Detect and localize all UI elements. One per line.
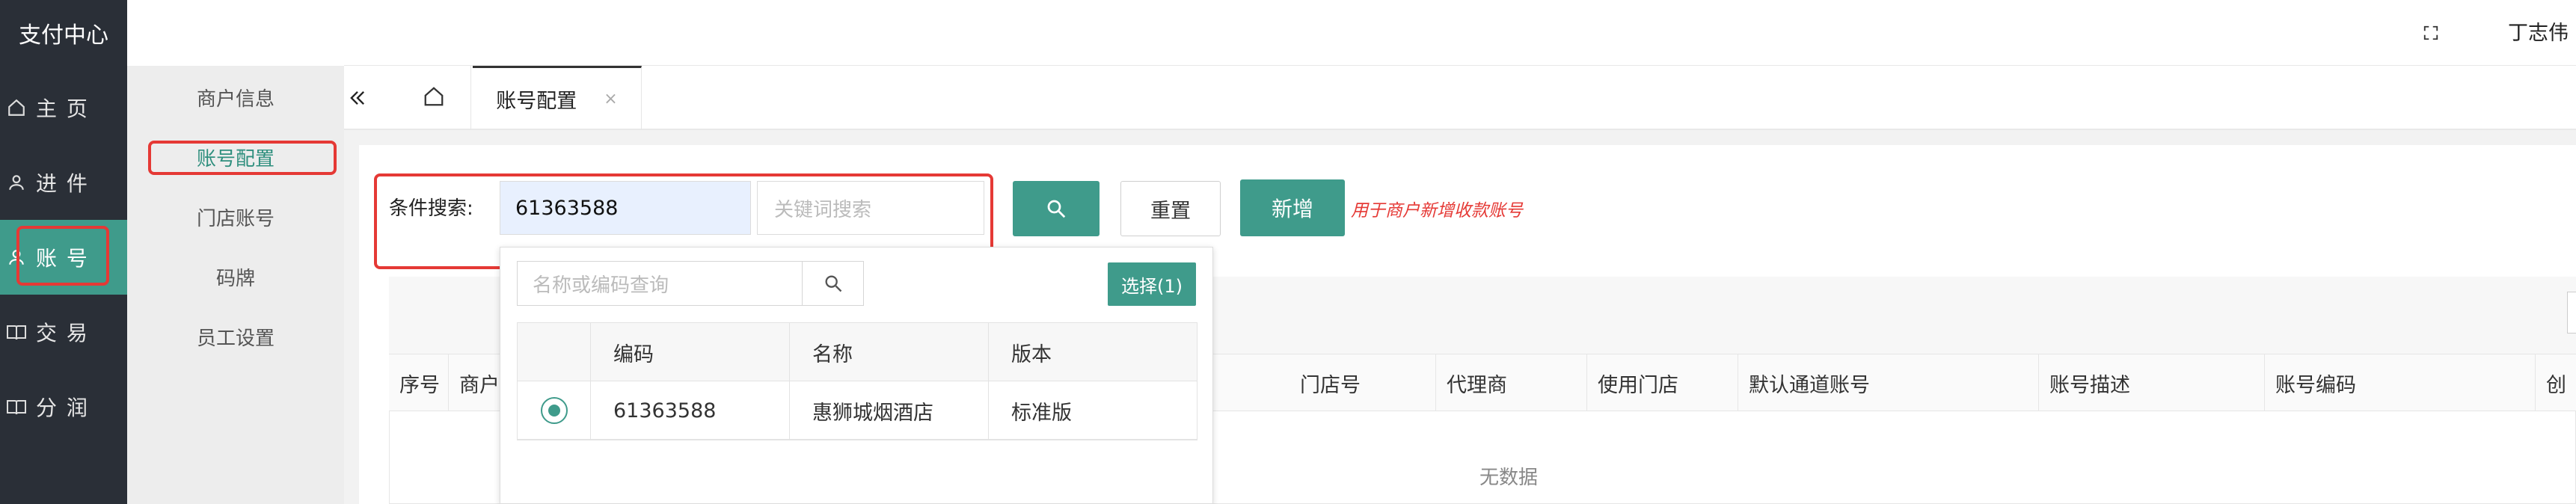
col-created: 创	[2546, 373, 2566, 397]
popup-table: 编码 名称 版本 61363588 惠狮城烟酒店 标准版	[517, 322, 1197, 440]
row-version: 标准版	[1011, 401, 1072, 425]
search-icon	[825, 275, 841, 292]
submenu-item-store-account[interactable]: 门店账号	[127, 203, 344, 231]
col-use-store: 使用门店	[1587, 354, 1738, 411]
sidebar-item-onboarding[interactable]: 进 件	[0, 145, 127, 220]
sidebar-item-label: 账 号	[36, 246, 89, 271]
col-index: 序号	[389, 354, 449, 411]
table-row[interactable]: 61363588 惠狮城烟酒店 标准版	[518, 381, 1197, 440]
tab-label: 账号配置	[496, 90, 577, 113]
sidebar-item-label: 主 页	[36, 96, 89, 121]
home-icon	[4, 96, 28, 120]
add-hint-text: 用于商户新增收款账号	[1351, 201, 1523, 221]
popup-search-input[interactable]: 名称或编码查询	[517, 261, 803, 306]
popup-table-header: 编码 名称 版本	[518, 323, 1197, 381]
search-button[interactable]	[1013, 181, 1100, 236]
close-icon[interactable]: ×	[604, 90, 617, 108]
submenu-top	[127, 0, 344, 66]
col-account-code: 账号编码	[2265, 354, 2536, 411]
sidebar-item-label: 交 易	[36, 321, 89, 345]
selected-radio[interactable]	[540, 397, 568, 424]
search-label: 条件搜索:	[389, 197, 473, 220]
row-name: 惠狮城烟酒店	[790, 381, 989, 440]
submenu: 商户信息 账号配置 门店账号 码牌 员工设置	[127, 66, 344, 504]
search-icon	[1047, 200, 1066, 218]
home-icon	[423, 85, 445, 111]
tab-home[interactable]	[396, 66, 471, 130]
submenu-item-merchant-info[interactable]: 商户信息	[127, 84, 344, 111]
main-sidebar: 支付中心 主 页 进 件 账 号 交 易 分 润	[0, 0, 127, 504]
top-header: 丁志伟	[127, 0, 2576, 66]
row-code: 61363588	[591, 381, 790, 440]
col-store-no: 门店号	[1289, 354, 1436, 411]
book-icon	[4, 320, 28, 344]
merchant-select-popup: 名称或编码查询 选择(1) 编码 名称 版本 61363588 惠狮城烟酒店 标…	[500, 247, 1213, 504]
user-icon	[4, 170, 28, 194]
app-title: 支付中心	[19, 22, 108, 49]
submenu-item-account-config[interactable]: 账号配置	[127, 144, 344, 171]
col-account-desc: 账号描述	[2039, 354, 2265, 411]
sidebar-item-label: 分 润	[36, 396, 89, 420]
sidebar-item-account[interactable]: 账 号	[0, 220, 127, 295]
table-tool-button[interactable]	[2567, 292, 2576, 334]
row-radio-cell[interactable]	[518, 381, 591, 440]
popup-col-code: 编码	[591, 323, 790, 381]
col-default-channel: 默认通道账号	[1738, 354, 2039, 411]
empty-text: 无数据	[1479, 467, 1539, 489]
keyword-input[interactable]: 关键词搜索	[757, 181, 984, 235]
submenu-item-staff-settings[interactable]: 员工设置	[127, 323, 344, 351]
book-icon	[4, 395, 28, 419]
tab-bar: 账号配置 ×	[344, 66, 2576, 130]
popup-col-select	[518, 323, 591, 381]
reset-button[interactable]: 重置	[1120, 181, 1221, 236]
user-icon	[4, 245, 28, 269]
col-agent: 代理商	[1436, 354, 1587, 411]
sidebar-item-profit[interactable]: 分 润	[0, 369, 127, 444]
sidebar-item-label: 进 件	[36, 171, 89, 196]
submenu-item-qr-plate[interactable]: 码牌	[127, 263, 344, 291]
fullscreen-icon[interactable]	[2417, 19, 2444, 46]
sidebar-item-trade[interactable]: 交 易	[0, 295, 127, 369]
sidebar-item-home[interactable]: 主 页	[0, 70, 127, 145]
add-button[interactable]: 新增	[1240, 179, 1345, 236]
popup-col-name: 名称	[790, 323, 989, 381]
merchant-code-input[interactable]: 61363588	[500, 181, 751, 235]
tab-account-config[interactable]: 账号配置 ×	[473, 66, 642, 130]
popup-search-button[interactable]	[803, 261, 864, 306]
popup-col-version: 版本	[1011, 342, 1052, 366]
user-name[interactable]: 丁志伟	[2508, 16, 2569, 46]
collapse-icon[interactable]	[344, 66, 371, 130]
choose-button[interactable]: 选择(1)	[1108, 262, 1196, 306]
